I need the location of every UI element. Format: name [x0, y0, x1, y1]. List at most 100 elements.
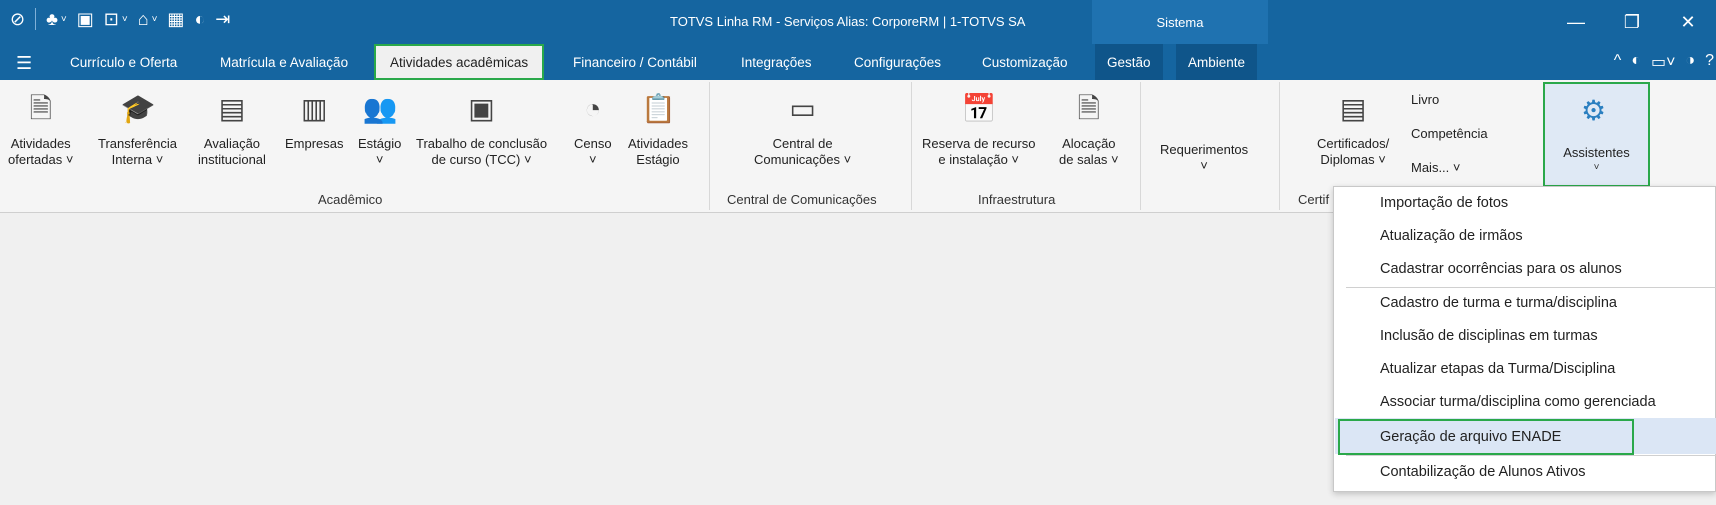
- button-label: Diplomas ˅: [1320, 152, 1386, 167]
- button-label: Atividades: [10, 136, 71, 151]
- button-label: Transferência: [98, 136, 177, 151]
- sistema-tab[interactable]: Sistema: [1092, 0, 1268, 44]
- quick-access-toolbar: ⊘ ♣ ˅ ▣ ⊡ ˅ ⌂ ˅ ▦ ◐ ⇥: [10, 8, 230, 30]
- button-label: Reserva de recurso: [922, 136, 1036, 151]
- group-label-central: Central de Comunicações: [727, 192, 877, 207]
- collapse-ribbon-icon[interactable]: ^: [1614, 52, 1622, 72]
- support-icon[interactable]: ◑: [1685, 52, 1695, 72]
- button-label: institucional: [198, 152, 266, 167]
- survey-icon: ▤: [218, 93, 246, 124]
- close-button[interactable]: ✕: [1660, 0, 1716, 44]
- tab-integracoes[interactable]: Integrações: [741, 44, 812, 80]
- competencia-button[interactable]: Competência: [1411, 126, 1488, 141]
- group-separator: [1279, 82, 1280, 210]
- building-icon: ▥: [301, 93, 328, 124]
- menu-item-importacao-fotos[interactable]: Importação de fotos: [1380, 195, 1508, 211]
- help-icon[interactable]: ?: [1705, 52, 1714, 72]
- livro-button[interactable]: Livro: [1411, 92, 1439, 107]
- tab-gestao[interactable]: Gestão: [1095, 44, 1163, 80]
- atividades-ofertadas-button[interactable]: 🗎 Atividades ofertadas ˅: [8, 90, 73, 168]
- grid-icon[interactable]: ▦: [167, 9, 184, 30]
- censo-button[interactable]: ◔ Censo ˅: [574, 90, 612, 168]
- group-separator: [1140, 82, 1141, 210]
- menu-item-inclusao-disciplinas[interactable]: Inclusão de disciplinas em turmas: [1380, 328, 1598, 344]
- window-icon[interactable]: ⊡ ˅: [104, 9, 128, 30]
- tab-customizacao[interactable]: Customização: [982, 44, 1068, 80]
- tab-matricula[interactable]: Matrícula e Avaliação: [220, 44, 348, 80]
- people-icon: 👥: [362, 93, 398, 124]
- button-label: Estágio: [358, 136, 402, 151]
- menu-separator: [1346, 455, 1716, 456]
- menu-separator: [1346, 287, 1716, 288]
- button-label: Requerimentos: [1160, 142, 1249, 157]
- menu-item-cadastrar-ocorrencias[interactable]: Cadastrar ocorrências para os alunos: [1380, 261, 1622, 277]
- menu-item-atualizar-etapas[interactable]: Atualizar etapas da Turma/Disciplina: [1380, 361, 1615, 377]
- menu-item-contabilizacao-alunos[interactable]: Contabilização de Alunos Ativos: [1380, 464, 1586, 480]
- button-label: Empresas: [285, 136, 344, 151]
- alocacao-salas-button[interactable]: 🗎 Alocação de salas ˅: [1059, 90, 1119, 168]
- requerimentos-button[interactable]: Requerimentos ˅: [1160, 142, 1248, 174]
- app-menu-icon[interactable]: ⊘: [10, 9, 25, 30]
- calendar-settings-icon: 📅: [961, 93, 997, 124]
- toolbar-separator: [35, 8, 37, 30]
- tab-atividades-academicas[interactable]: Atividades acadêmicas: [374, 44, 545, 80]
- chevron-down-icon: ˅: [1593, 162, 1600, 173]
- pie-chart-icon: ◔: [584, 93, 602, 124]
- central-comunicacoes-button[interactable]: ▭ Central de Comunicações ˅: [754, 90, 851, 168]
- assistentes-button[interactable]: ⚙ Assistentes ˅: [1543, 82, 1650, 187]
- certificate-icon: ▤: [1339, 93, 1367, 124]
- home-icon[interactable]: ⌂ ˅: [138, 9, 158, 30]
- window-controls: — ❐ ✕: [1548, 0, 1716, 44]
- reserva-recurso-button[interactable]: 📅 Reserva de recurso e instalação ˅: [922, 90, 1035, 168]
- tab-configuracoes[interactable]: Configurações: [854, 44, 941, 80]
- tab-ambiente[interactable]: Ambiente: [1176, 44, 1258, 80]
- message-icon: ▭: [789, 93, 816, 124]
- totvs-logo-icon[interactable]: ◐: [194, 9, 205, 30]
- tcc-button[interactable]: ▣ Trabalho de conclusão de curso (TCC) ˅: [416, 90, 547, 168]
- ribbon-tabs: ☰ Currículo e Oferta Matrícula e Avaliaç…: [0, 44, 1716, 80]
- group-label-infra: Infraestrutura: [978, 192, 1056, 207]
- group-label-cert: Certif: [1298, 192, 1330, 207]
- assistentes-dropdown: Importação de fotos Atualização de irmão…: [1333, 186, 1716, 492]
- button-label: Avaliação: [203, 136, 261, 151]
- certificados-diplomas-button[interactable]: ▤ Certificados/ Diplomas ˅: [1317, 90, 1389, 168]
- avaliacao-institucional-button[interactable]: ▤ Avaliação institucional: [198, 90, 266, 168]
- tab-curriculo[interactable]: Currículo e Oferta: [70, 44, 177, 80]
- menu-item-associar-turma[interactable]: Associar turma/disciplina como gerenciad…: [1380, 394, 1656, 410]
- totvs-icon[interactable]: ◐: [1631, 52, 1641, 72]
- menu-item-cadastro-turma[interactable]: Cadastro de turma e turma/disciplina: [1380, 295, 1617, 311]
- clipboard-icon: 📋: [640, 93, 676, 124]
- org-chart-icon[interactable]: ♣ ˅: [46, 9, 67, 30]
- atividades-estagio-button[interactable]: 📋 Atividades Estágio: [628, 90, 688, 168]
- layout-icon[interactable]: ▭˅: [1651, 52, 1675, 72]
- button-label: e instalação ˅: [938, 152, 1020, 167]
- gears-icon: ⚙: [1581, 95, 1607, 126]
- button-label: Comunicações ˅: [754, 152, 852, 167]
- group-separator: [709, 82, 710, 210]
- button-label: Atividades: [628, 136, 688, 151]
- button-label: ofertadas ˅: [8, 152, 74, 167]
- menu-icon[interactable]: ☰: [16, 53, 32, 74]
- empresas-button[interactable]: ▥ Empresas: [285, 90, 344, 152]
- view-icon[interactable]: ▣: [77, 9, 94, 30]
- button-label: Alocação: [1062, 136, 1116, 151]
- button-label: ˅: [1200, 158, 1208, 173]
- group-label-academico: Acadêmico: [318, 192, 383, 207]
- mais-button[interactable]: Mais... ˅: [1411, 160, 1461, 175]
- restore-button[interactable]: ❐: [1604, 0, 1660, 44]
- minimize-button[interactable]: —: [1548, 0, 1604, 44]
- menu-item-atualizacao-irmaos[interactable]: Atualização de irmãos: [1380, 228, 1523, 244]
- button-label: Certificados/: [1317, 136, 1390, 151]
- button-label: Trabalho de conclusão: [416, 136, 548, 151]
- tab-financeiro[interactable]: Financeiro / Contábil: [573, 44, 697, 80]
- exit-icon[interactable]: ⇥: [215, 9, 230, 30]
- transferencia-interna-button[interactable]: 🎓 Transferência Interna ˅: [98, 90, 177, 168]
- tabbar-tools: ^ ◐ ▭˅ ◑ ?: [1614, 52, 1714, 72]
- button-label: Interna ˅: [111, 152, 164, 167]
- group-separator: [911, 82, 912, 210]
- menu-item-geracao-enade[interactable]: Geração de arquivo ENADE: [1380, 429, 1561, 445]
- estagio-button[interactable]: 👥 Estágio ˅: [358, 90, 401, 168]
- title-bar: ⊘ ♣ ˅ ▣ ⊡ ˅ ⌂ ˅ ▦ ◐ ⇥ TOTVS Linha RM - Serv…: [0, 0, 1716, 44]
- window-title: TOTVS Linha RM - Serviços Alias: Corpore…: [670, 14, 1026, 29]
- book-icon: ▣: [468, 93, 495, 124]
